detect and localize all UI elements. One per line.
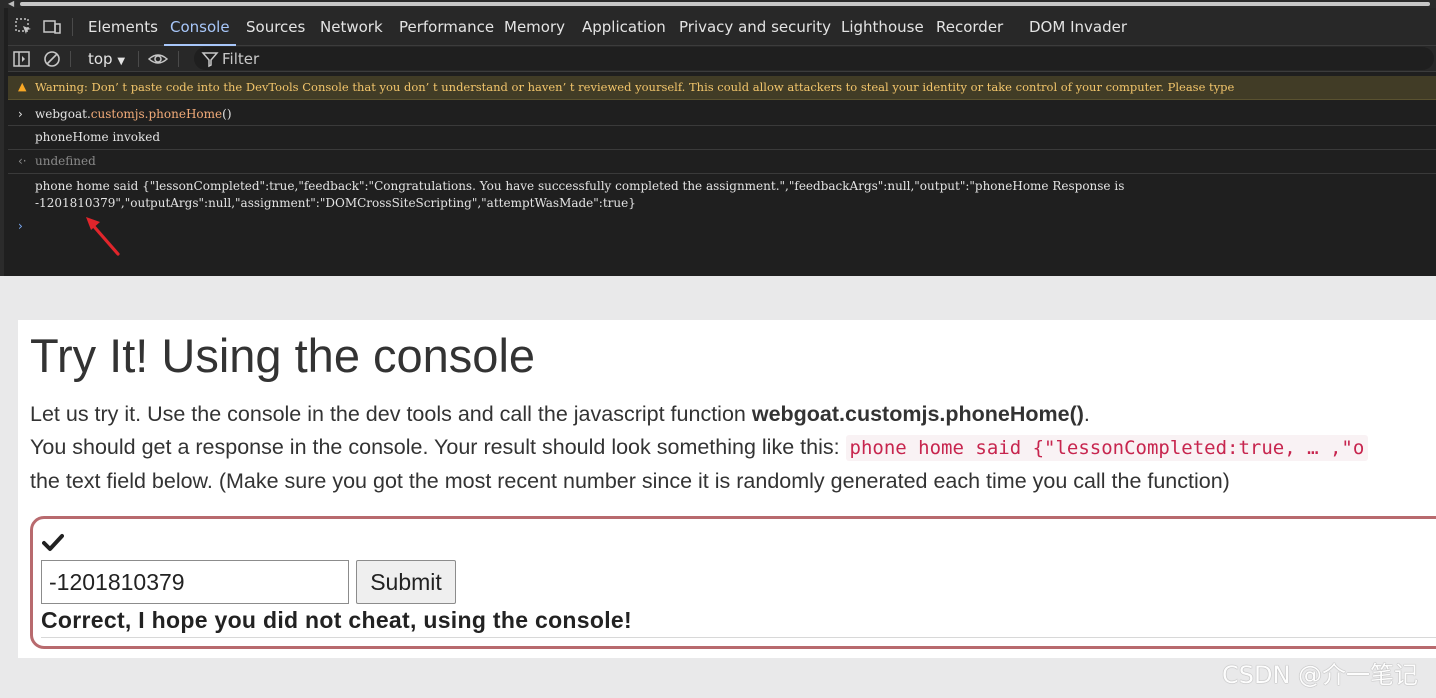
filterbar-divider [70, 51, 71, 67]
tab-performance[interactable]: Performance [399, 8, 494, 46]
submit-button[interactable]: Submit [356, 560, 456, 604]
warning-text: Warning: Don’ t paste code into the DevT… [35, 80, 1235, 94]
tab-application[interactable]: Application [582, 8, 666, 46]
command-parens: () [222, 107, 232, 121]
example-code: phone home said {"lessonCompleted:true, … [845, 435, 1369, 461]
console-response-row: phone home said {"lessonCompleted":true,… [8, 174, 1436, 214]
warning-icon: ▲ [18, 80, 27, 93]
instruction-text: . [1083, 402, 1090, 426]
feedback-message: Correct, I hope you did not cheat, using… [41, 607, 632, 633]
instruction-line-1: Let us try it. Use the console in the de… [30, 402, 1090, 427]
response-text[interactable]: phone home said {"lessonCompleted":true,… [35, 178, 1235, 212]
command-fn: phoneHome [148, 107, 223, 121]
tabbar-divider [72, 18, 73, 36]
command-prop: customjs. [90, 107, 149, 121]
tab-lighthouse[interactable]: Lighthouse [841, 8, 924, 46]
instruction-line-3: the text field below. (Make sure you got… [30, 469, 1230, 493]
tab-network[interactable]: Network [320, 8, 383, 46]
console-log-row: phoneHome invoked [8, 126, 1436, 150]
devtools-tabbar: Elements Console Sources Network Performance… [8, 8, 1436, 46]
horizontal-scrollbar[interactable]: ◀ [4, 0, 1436, 8]
tab-elements[interactable]: Elements [88, 8, 158, 46]
tab-sources[interactable]: Sources [246, 8, 305, 46]
attack-form: Submit Correct, I hope you did not cheat… [30, 516, 1436, 649]
scroll-left-icon[interactable]: ◀ [8, 0, 14, 8]
tab-dom-invader[interactable]: DOM Invader [1029, 8, 1127, 46]
command-object: webgoat. [35, 107, 91, 121]
filter-placeholder: Filter [222, 50, 260, 68]
filter-input[interactable] [194, 47, 1434, 70]
log-text: phoneHome invoked [35, 130, 161, 144]
filterbar-divider [138, 51, 139, 67]
context-selector[interactable]: top ▼ [88, 49, 125, 72]
clear-console-icon[interactable] [42, 49, 62, 69]
sidebar-toggle-icon[interactable] [12, 49, 32, 69]
tab-recorder[interactable]: Recorder [936, 8, 1003, 46]
filter-icon [201, 52, 219, 68]
watermark: CSDN @介一笔记 [1222, 661, 1419, 689]
function-name: webgoat.customjs.phoneHome() [751, 402, 1084, 426]
filterbar-divider [178, 51, 179, 67]
console-warning: ▲ Warning: Don’ t paste code into the De… [8, 76, 1436, 100]
image-gap [0, 276, 1436, 320]
tab-memory[interactable]: Memory [504, 8, 565, 46]
lesson-content: Try It! Using the console Let us try it.… [18, 320, 1436, 658]
eye-icon[interactable] [148, 49, 168, 69]
scrollbar-thumb[interactable] [20, 2, 1430, 6]
chevron-down-icon: ▼ [117, 56, 126, 67]
red-arrow-annotation-icon [86, 217, 120, 256]
console-return-row: ‹· undefined [8, 150, 1436, 174]
input-chevron-icon: › [18, 107, 23, 121]
page-title: Try It! Using the console [30, 329, 536, 382]
return-arrow-icon: ‹· [18, 154, 27, 168]
tab-console[interactable]: Console [164, 8, 236, 46]
image-bottom-gap [0, 658, 1436, 698]
inspect-element-icon[interactable] [14, 17, 34, 37]
tab-privacy-and-security[interactable]: Privacy and security [679, 8, 831, 46]
console-command-row: › webgoat.customjs.phoneHome() [8, 102, 1436, 126]
answer-input[interactable] [41, 560, 349, 604]
checkmark-icon [42, 534, 64, 551]
context-label: top [88, 50, 113, 68]
device-toolbar-icon[interactable] [42, 17, 62, 37]
instruction-text: Let us try it. Use the console in the de… [30, 402, 752, 426]
console-filterbar: top ▼ Filter [8, 46, 1436, 72]
divider [41, 637, 1436, 638]
instruction-text: You should get a response in the console… [30, 435, 846, 459]
return-value: undefined [35, 154, 96, 168]
instruction-line-2: You should get a response in the console… [30, 435, 1369, 461]
console-command[interactable]: webgoat.customjs.phoneHome() [35, 107, 232, 121]
devtools-panel: ◀ Elements Console Sources Network Performan… [0, 0, 1436, 276]
console-prompt[interactable]: › [18, 219, 23, 233]
